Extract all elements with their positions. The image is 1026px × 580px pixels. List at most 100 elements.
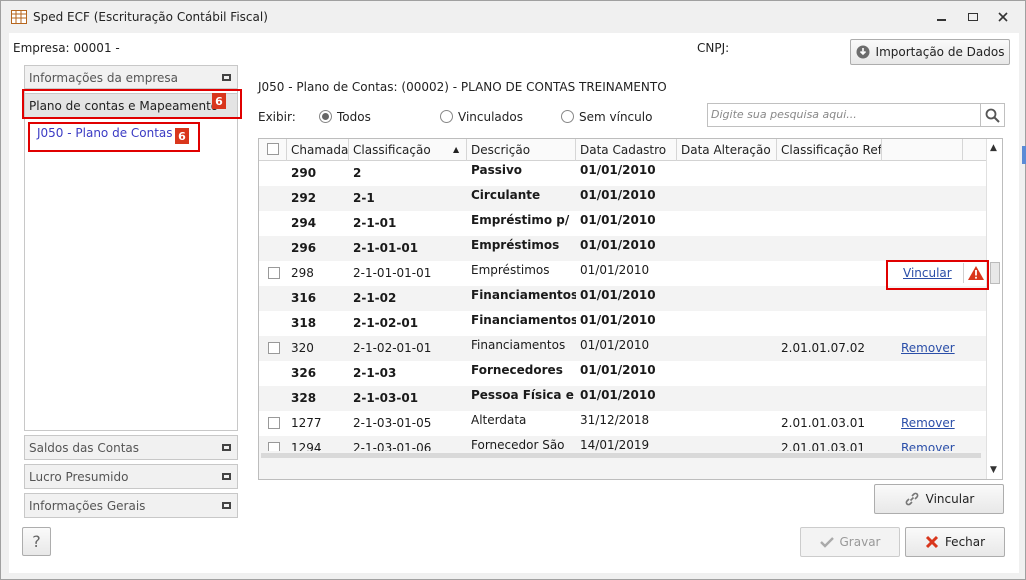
table-row[interactable]: 326 2-1-03 Fornecedores 01/01/2010 <box>259 361 986 386</box>
page-title: J050 - Plano de Contas: (00002) - PLANO … <box>258 80 667 94</box>
cell-data-alteracao <box>677 361 777 386</box>
table-row[interactable]: 316 2-1-02 Financiamentos 01/01/2010 <box>259 286 986 311</box>
gravar-button[interactable]: Gravar <box>800 527 900 557</box>
filter-sem-vinculo-radio[interactable] <box>561 110 574 123</box>
cell-data-cadastro: 01/01/2010 <box>580 238 656 252</box>
filter-sem-vinculo-label[interactable]: Sem vínculo <box>579 110 652 124</box>
table-row[interactable]: 328 2-1-03-01 Pessoa Física e 01/01/2010 <box>259 386 986 411</box>
sidebar-section-lucro-presumido[interactable]: Lucro Presumido <box>24 464 238 489</box>
highlight-box <box>28 122 200 152</box>
column-header-descricao[interactable]: Descrição <box>467 139 576 161</box>
table-row[interactable]: 318 2-1-02-01 Financiamentos 01/01/2010 <box>259 311 986 336</box>
cell-class-ref <box>777 236 882 261</box>
filter-label: Exibir: <box>258 110 296 124</box>
empresa-label: Empresa: 00001 - <box>13 41 120 55</box>
client-area: Empresa: 00001 - CNPJ: Importação de Dad… <box>9 33 1019 573</box>
import-icon <box>856 45 870 59</box>
cell-data-cadastro: 14/01/2019 <box>580 438 650 451</box>
search-input[interactable]: Digite sua pesquisa aqui... <box>707 103 1005 127</box>
table-row[interactable]: 1277 2-1-03-01-05 Alterdata 31/12/2018 2.01.… <box>259 411 986 436</box>
table-row[interactable]: 320 2-1-02-01-01 Financiamentos 01/01/2010 2… <box>259 336 986 361</box>
cell-descricao: Empréstimos <box>471 263 550 277</box>
column-header-classificacao-ref[interactable]: Classificação Ref... <box>777 139 882 161</box>
column-header-data-cadastro[interactable]: Data Cadastro <box>576 139 677 161</box>
cell-classificacao: 2-1-03-01-05 <box>353 416 432 430</box>
row-checkbox[interactable] <box>268 342 280 354</box>
sidebar-section-label: Informações Gerais <box>29 498 146 513</box>
table-row[interactable]: 1294 2-1-03-01-06 Fornecedor São 14/01/2019… <box>259 436 986 451</box>
scroll-up-icon[interactable]: ▲ <box>990 143 997 153</box>
cell-classificacao: 2-1 <box>353 191 375 205</box>
maximize-button[interactable] <box>963 9 983 25</box>
scroll-thumb[interactable] <box>261 453 981 458</box>
app-icon <box>11 10 27 24</box>
cell-class-ref <box>777 261 882 286</box>
cell-chamada: 316 <box>291 291 317 305</box>
close-button[interactable] <box>993 9 1013 25</box>
select-all-checkbox[interactable] <box>267 143 279 155</box>
fechar-button[interactable]: Fechar <box>905 527 1005 557</box>
sidebar-section-label: Saldos das Contas <box>29 440 140 455</box>
cell-data-cadastro: 01/01/2010 <box>580 188 656 202</box>
filter-todos-label[interactable]: Todos <box>337 110 371 124</box>
row-checkbox[interactable] <box>268 417 280 429</box>
search-button[interactable] <box>980 104 1004 126</box>
sidebar-section-informacoes-gerais[interactable]: Informações Gerais <box>24 493 238 518</box>
cell-chamada: 320 <box>291 341 314 355</box>
vertical-scrollbar[interactable]: ▲ ▼ <box>986 139 1002 479</box>
remover-link[interactable]: Remover <box>897 336 967 361</box>
filter-vinculados-radio[interactable] <box>440 110 453 123</box>
scroll-thumb[interactable] <box>990 262 1000 284</box>
column-header-classificacao[interactable]: Classificação ▲ <box>349 139 467 161</box>
sidebar-section-informacoes-empresa[interactable]: Informações da empresa <box>24 65 238 90</box>
cell-descricao: Pessoa Física e <box>471 388 574 402</box>
cell-descricao: Fornecedor São <box>471 438 565 451</box>
remover-link[interactable]: Remover <box>897 411 967 436</box>
import-data-button[interactable]: Importação de Dados <box>850 39 1010 65</box>
table-row[interactable]: 290 2 Passivo 01/01/2010 <box>259 161 986 186</box>
cell-data-alteracao <box>677 411 777 436</box>
minimize-icon <box>936 19 946 21</box>
table-row[interactable]: 296 2-1-01-01 Empréstimos 01/01/2010 <box>259 236 986 261</box>
scroll-down-icon[interactable]: ▼ <box>990 465 997 475</box>
cell-class-ref <box>777 361 882 386</box>
cell-classificacao: 2-1-03 <box>353 366 397 380</box>
remover-link[interactable]: Remover <box>897 436 967 451</box>
highlight-box <box>886 260 989 290</box>
row-checkbox[interactable] <box>268 442 280 451</box>
cell-class-ref <box>777 186 882 211</box>
filter-todos-radio[interactable] <box>319 110 332 123</box>
vincular-button[interactable]: Vincular <box>874 484 1004 514</box>
cell-chamada: 292 <box>291 191 317 205</box>
cell-classificacao: 2-1-02-01-01 <box>353 341 432 355</box>
cell-descricao: Financiamentos <box>471 313 576 327</box>
sidebar-section-label: Informações da empresa <box>29 70 178 85</box>
cell-data-cadastro: 01/01/2010 <box>580 288 656 302</box>
search-icon <box>985 108 1000 123</box>
help-button[interactable]: ? <box>22 527 51 556</box>
row-checkbox[interactable] <box>268 267 280 279</box>
sidebar-section-saldos[interactable]: Saldos das Contas <box>24 435 238 460</box>
table-row[interactable]: 298 2-1-01-01-01 Empréstimos 01/01/2010 Vinc… <box>259 261 986 286</box>
horizontal-scrollbar[interactable] <box>259 451 986 479</box>
select-all-header <box>259 139 287 161</box>
title-bar: Sped ECF (Escrituração Contábil Fiscal) <box>1 1 1025 33</box>
cell-descricao: Fornecedores <box>471 363 563 377</box>
cell-chamada: 328 <box>291 391 317 405</box>
cell-data-alteracao <box>677 436 777 451</box>
table-row[interactable]: 294 2-1-01 Empréstimo p/01/01/2010 <box>259 211 986 236</box>
minimize-button[interactable] <box>931 9 951 25</box>
vincular-label: Vincular <box>925 492 975 506</box>
import-data-label: Importação de Dados <box>875 45 1005 59</box>
table-row[interactable]: 292 2-1 Circulante 01/01/2010 <box>259 186 986 211</box>
filter-vinculados-label[interactable]: Vinculados <box>458 110 523 124</box>
collapse-icon <box>222 473 231 480</box>
column-header-chamada[interactable]: Chamada <box>287 139 349 161</box>
column-header-data-alteracao[interactable]: Data Alteração <box>677 139 777 161</box>
cell-descricao: Financiamentos <box>471 288 576 302</box>
cell-descricao: Financiamentos <box>471 338 566 352</box>
collapse-icon <box>222 502 231 509</box>
cell-data-cadastro: 01/01/2010 <box>580 313 656 327</box>
cell-class-ref: 2.01.01.07.02 <box>781 341 865 355</box>
cell-data-cadastro: 01/01/2010 <box>580 263 650 277</box>
